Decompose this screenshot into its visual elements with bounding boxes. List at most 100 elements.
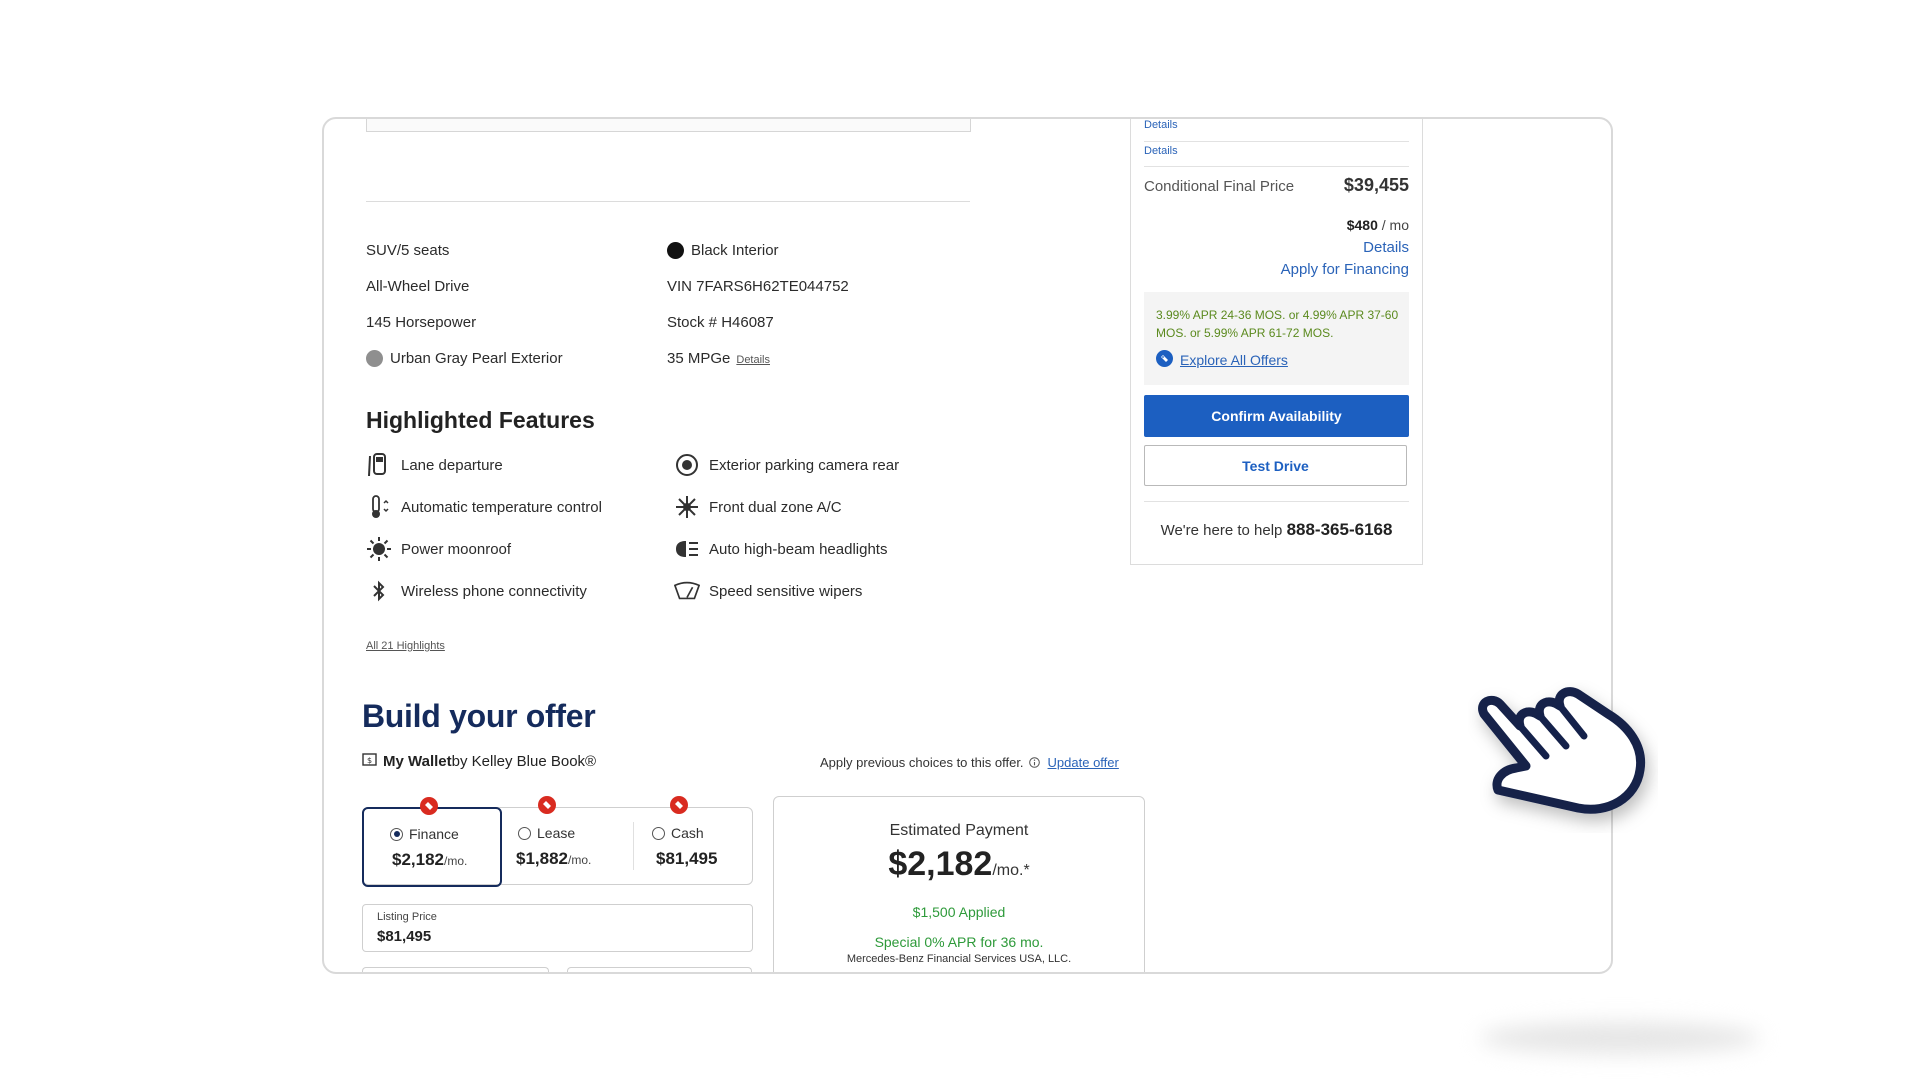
- info-icon[interactable]: [1028, 757, 1040, 768]
- spec-vin: VIN 7FARS6H62TE044752: [667, 278, 849, 295]
- monthly-unit: / mo: [1377, 217, 1409, 233]
- radio-unselected[interactable]: [652, 826, 665, 840]
- help-line: We're here to help 888-365-6168: [1144, 520, 1409, 540]
- option-finance[interactable]: Finance $2,182/mo.: [362, 797, 502, 887]
- spec-stock: Stock # H46087: [667, 314, 774, 331]
- offer-tag-icon: [420, 797, 438, 815]
- price-panel: Details Details Conditional Final Price …: [1130, 119, 1423, 565]
- feature-item: Exterior parking camera rear: [674, 452, 899, 478]
- snowflake-icon: [674, 494, 700, 520]
- offer-tag-icon: [670, 796, 688, 814]
- panel-divider: [1144, 166, 1409, 167]
- explore-offers-label: Explore All Offers: [1180, 352, 1288, 368]
- spec-drivetrain: All-Wheel Drive: [366, 278, 470, 295]
- payment-details-link[interactable]: Details: [1363, 239, 1409, 256]
- estimated-payment-value: $2,182/mo.*: [774, 845, 1144, 884]
- estimated-unit: /mo.*: [992, 862, 1030, 879]
- option-cash-label: Cash: [652, 825, 704, 841]
- payment-type-selector: Finance $2,182/mo. Lease $1,882/mo. Cash…: [362, 796, 753, 887]
- update-offer-link[interactable]: Update offer: [1048, 755, 1119, 770]
- panel-divider: [1144, 141, 1409, 142]
- panel-divider: [1144, 501, 1409, 502]
- feature-label: Front dual zone A/C: [709, 498, 842, 516]
- radio-unselected[interactable]: [518, 826, 531, 840]
- lane-departure-icon: [366, 452, 392, 478]
- option-label-text: Lease: [537, 825, 576, 841]
- feature-item: Wireless phone connectivity: [366, 578, 587, 604]
- feature-item: Lane departure: [366, 452, 503, 478]
- offer-tag-icon: [538, 796, 556, 814]
- option-price-unit: /mo.: [444, 854, 468, 868]
- feature-item: Auto high-beam headlights: [674, 536, 887, 562]
- offer-tag-icon: [1156, 350, 1173, 370]
- final-price-label: Conditional Final Price: [1144, 178, 1295, 195]
- radio-selected[interactable]: [390, 827, 403, 841]
- headlight-icon: [674, 536, 700, 562]
- listing-price-label: Listing Price: [377, 911, 437, 923]
- feature-label: Automatic temperature control: [401, 498, 602, 516]
- apply-previous-text: Apply previous choices to this offer.: [820, 755, 1024, 770]
- apply-previous-row: Apply previous choices to this offer. Up…: [820, 755, 1119, 770]
- features-heading: Highlighted Features: [366, 407, 595, 433]
- option-finance-label: Finance: [390, 826, 459, 842]
- interior-color-swatch: [667, 242, 684, 259]
- listing-price-value: $81,495: [377, 928, 432, 945]
- option-cash-price: $81,495: [656, 849, 717, 869]
- estimated-amount: $2,182: [888, 845, 993, 883]
- option-price-unit: /mo.: [568, 853, 592, 867]
- option-lease[interactable]: Lease $1,882/mo.: [500, 796, 626, 884]
- test-drive-button[interactable]: Test Drive: [1144, 445, 1407, 486]
- spec-mpge: 35 MPGe Details: [667, 350, 770, 367]
- option-cash[interactable]: Cash $81,495: [634, 796, 752, 884]
- spec-exterior-label: Urban Gray Pearl Exterior: [390, 350, 563, 367]
- next-field-cut: [567, 967, 752, 972]
- confirm-availability-button[interactable]: Confirm Availability: [1144, 395, 1409, 437]
- feature-label: Power moonroof: [401, 540, 512, 558]
- option-lease-label: Lease: [518, 825, 575, 841]
- spec-horsepower: 145 Horsepower: [366, 314, 477, 331]
- apply-financing-link[interactable]: Apply for Financing: [1281, 261, 1409, 278]
- my-wallet-label: $ My Wallet by Kelley Blue Book®: [362, 752, 596, 771]
- feature-item: Speed sensitive wipers: [674, 578, 862, 604]
- spec-exterior: Urban Gray Pearl Exterior: [366, 350, 563, 367]
- divider: [366, 201, 970, 202]
- exterior-color-swatch: [366, 350, 383, 367]
- option-price-text: $2,182: [392, 850, 444, 869]
- apr-offers-text: 3.99% APR 24-36 MOS. or 4.99% APR 37-60 …: [1156, 308, 1399, 340]
- feature-label: Exterior parking camera rear: [709, 456, 900, 474]
- estimated-payment-title: Estimated Payment: [889, 822, 1029, 839]
- feature-label: Lane departure: [401, 456, 503, 474]
- option-label-text: Finance: [409, 826, 459, 842]
- feature-item: Power moonroof: [366, 536, 511, 562]
- feature-label: Wireless phone connectivity: [401, 582, 587, 600]
- wiper-icon: [674, 578, 700, 604]
- option-price-text: $81,495: [656, 849, 718, 868]
- bluetooth-icon: [366, 578, 392, 604]
- spec-interior: Black Interior: [667, 242, 779, 259]
- mpge-details-link[interactable]: Details: [736, 354, 770, 366]
- listing-price-field: Listing Price $81,495: [362, 904, 753, 952]
- wallet-provider: by Kelley Blue Book®: [451, 753, 597, 770]
- monthly-amount: $480: [1346, 217, 1378, 233]
- feature-label: Auto high-beam headlights: [709, 540, 888, 558]
- details-link-2[interactable]: Details: [1144, 145, 1178, 157]
- option-price-text: $1,882: [516, 849, 568, 868]
- final-price-value: $39,455: [1343, 175, 1409, 195]
- special-apr: Special 0% APR for 36 mo.: [874, 934, 1044, 950]
- explore-offers-link[interactable]: Explore All Offers: [1156, 350, 1288, 370]
- decorative-shadow: [1480, 1022, 1760, 1054]
- sun-icon: [366, 536, 392, 562]
- next-field-cut: [362, 967, 549, 972]
- help-phone[interactable]: 888-365-6168: [1287, 520, 1393, 539]
- map-preview: [366, 119, 971, 132]
- pointer-hand-icon: [1468, 680, 1658, 840]
- monthly-payment: $480 / mo: [1347, 217, 1409, 233]
- wallet-icon: $: [362, 752, 377, 771]
- feature-item: Automatic temperature control: [366, 494, 602, 520]
- feature-item: Front dual zone A/C: [674, 494, 842, 520]
- details-link-1[interactable]: Details: [1144, 119, 1178, 131]
- help-text: We're here to help: [1160, 522, 1287, 539]
- wallet-title: My Wallet: [383, 753, 452, 770]
- svg-text:$: $: [367, 756, 372, 765]
- all-highlights-link[interactable]: All 21 Highlights: [366, 640, 445, 652]
